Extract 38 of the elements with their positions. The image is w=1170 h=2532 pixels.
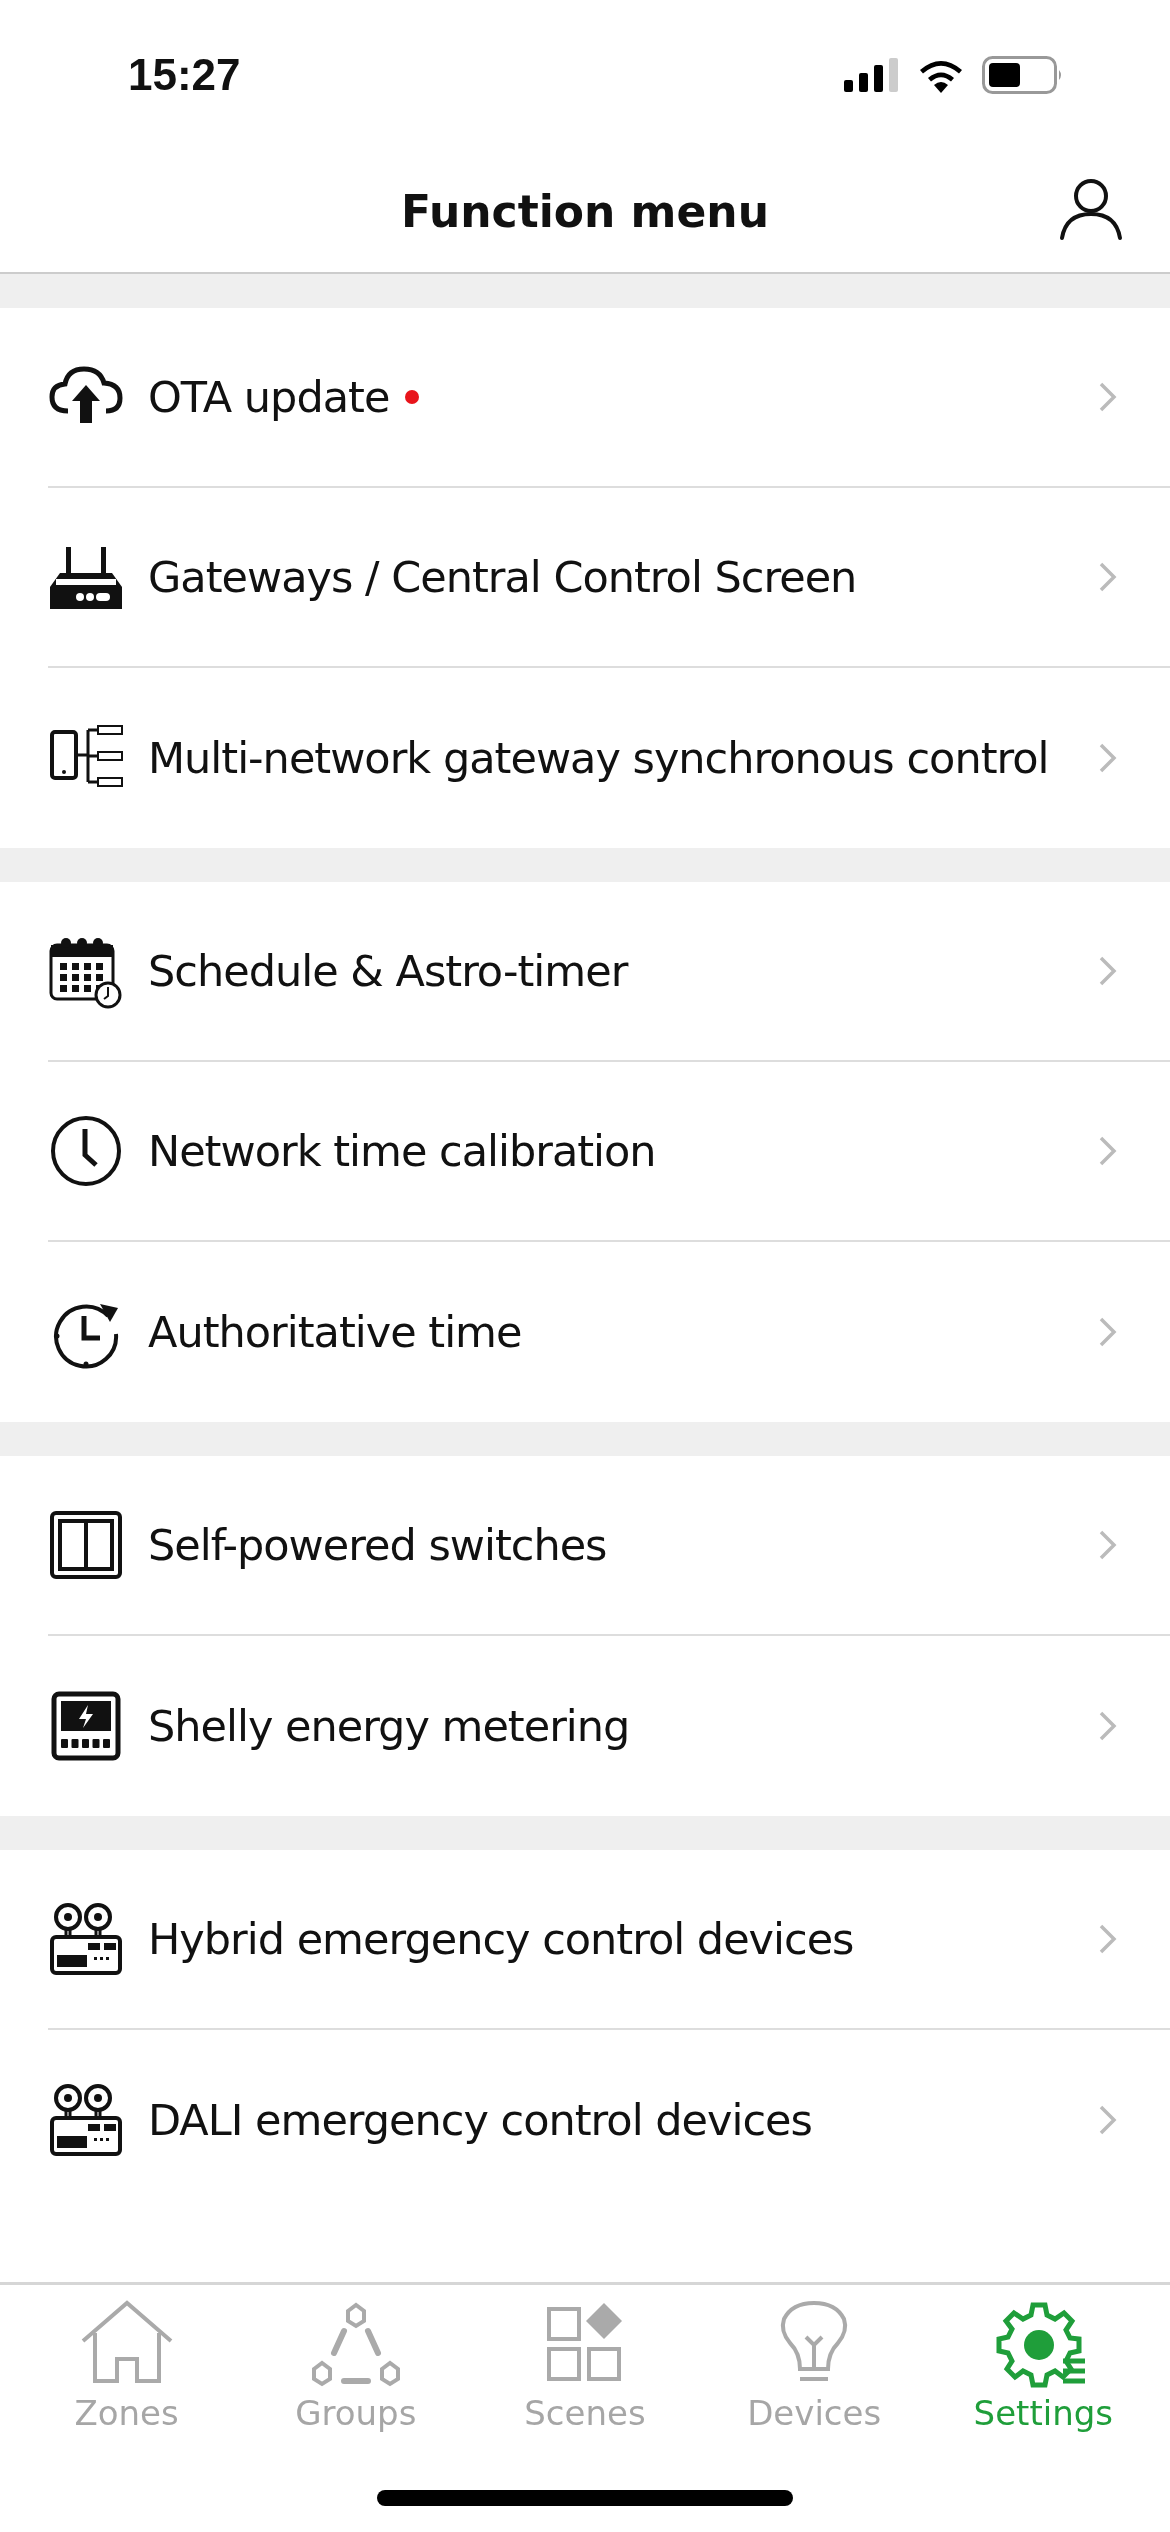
menu-item[interactable]: Gateways / Central Control Screen bbox=[48, 488, 1170, 668]
chevron-icon bbox=[1098, 1316, 1118, 1348]
menu-item-label: Schedule & Astro-timer bbox=[148, 946, 628, 996]
chevron-icon bbox=[1098, 381, 1118, 413]
menu-item[interactable]: Network time calibration bbox=[48, 1062, 1170, 1242]
menu-item[interactable]: Schedule & Astro-timer bbox=[48, 882, 1170, 1062]
menu-item-label: Self-powered switches bbox=[148, 1520, 607, 1570]
menu-item-label: OTA update bbox=[148, 372, 390, 422]
menu-item[interactable]: Shelly energy metering bbox=[48, 1636, 1170, 1816]
menu-item[interactable]: DALI emergency control devices bbox=[48, 2030, 1170, 2210]
chevron-icon bbox=[1098, 561, 1118, 593]
menu-item-label: Shelly energy metering bbox=[148, 1701, 630, 1751]
menu-item[interactable]: OTA update bbox=[48, 308, 1170, 488]
chevron-icon bbox=[1098, 2104, 1118, 2136]
status-time: 15:27 bbox=[128, 50, 241, 100]
menu-item-label: Multi-network gateway synchronous control bbox=[148, 733, 1049, 783]
clock-icon bbox=[48, 1113, 124, 1189]
emergency-light-icon bbox=[48, 2082, 124, 2158]
emergency-light-icon bbox=[48, 1901, 124, 1977]
signal-icon bbox=[844, 58, 900, 92]
menu-item[interactable]: Multi-network gateway synchronous control bbox=[48, 668, 1170, 848]
menu-item[interactable]: Hybrid emergency control devices bbox=[48, 1850, 1170, 2030]
chevron-icon bbox=[1098, 742, 1118, 774]
menu-item-label: Gateways / Central Control Screen bbox=[148, 552, 857, 602]
page-title: Function menu bbox=[401, 185, 769, 237]
menu-item-label: Hybrid emergency control devices bbox=[148, 1914, 854, 1964]
battery-icon bbox=[982, 56, 1064, 94]
menu-item-label: DALI emergency control devices bbox=[148, 2095, 812, 2145]
chevron-icon bbox=[1098, 1529, 1118, 1561]
chevron-icon bbox=[1098, 1135, 1118, 1167]
menu-item-label: Network time calibration bbox=[148, 1126, 656, 1176]
chevron-icon bbox=[1098, 955, 1118, 987]
chevron-icon bbox=[1098, 1710, 1118, 1742]
user-icon[interactable] bbox=[1058, 176, 1124, 242]
menu-item-label: Authoritative time bbox=[148, 1307, 522, 1357]
menu-item[interactable]: Self-powered switches bbox=[48, 1456, 1170, 1636]
menu-item[interactable]: Authoritative time bbox=[48, 1242, 1170, 1422]
chevron-icon bbox=[1098, 1923, 1118, 1955]
